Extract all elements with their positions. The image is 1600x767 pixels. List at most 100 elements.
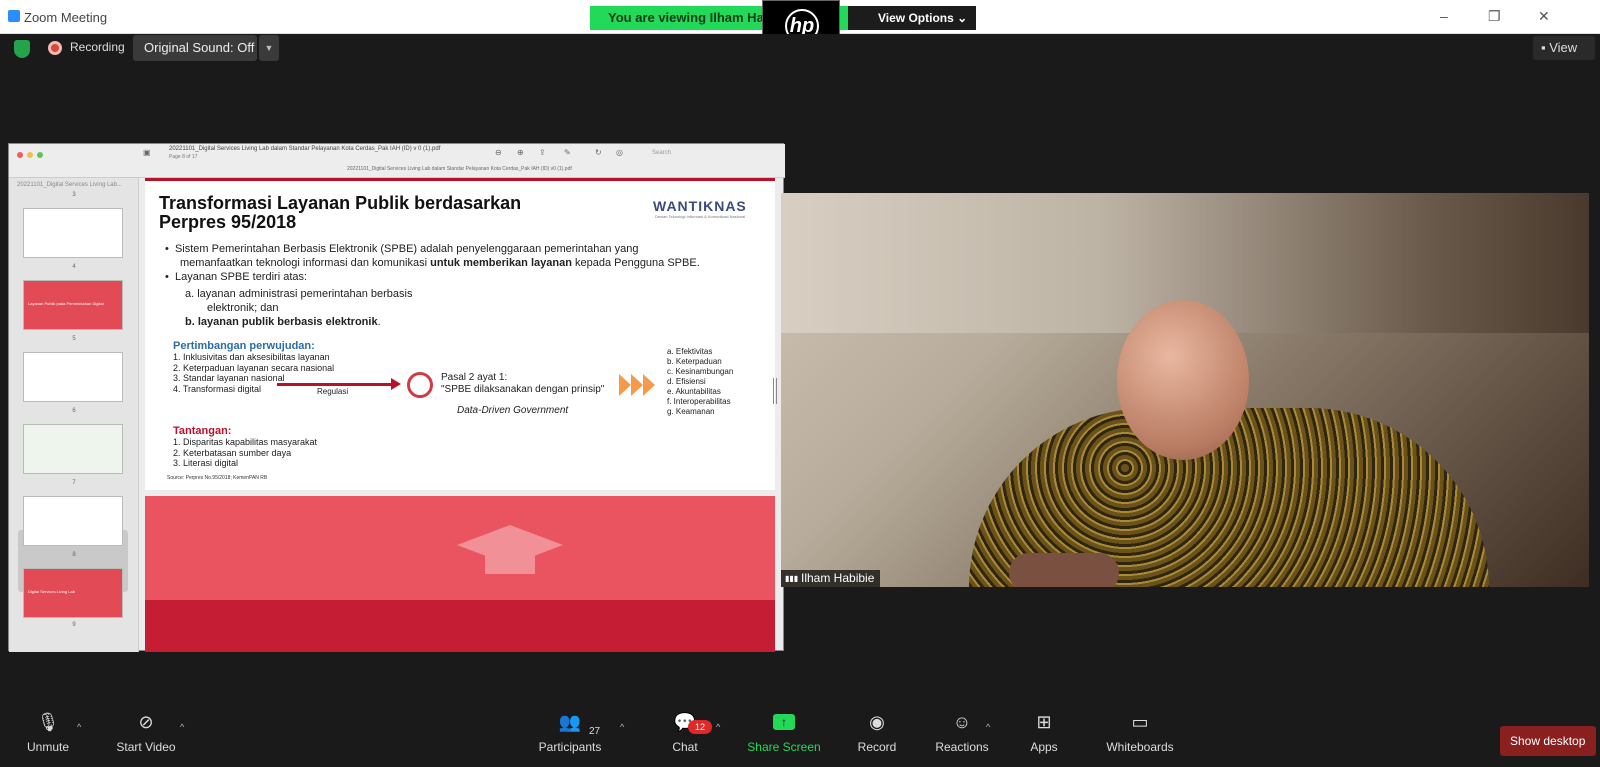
record-button[interactable]: ◉ Record [852, 712, 902, 754]
zoom-logo-icon [8, 10, 20, 22]
video-hand [1009, 553, 1119, 587]
list-item: 3. Literasi digital [173, 458, 239, 468]
minimize-dot-icon[interactable] [27, 152, 33, 158]
page-number: 8 [72, 552, 76, 558]
minimize-icon[interactable]: – [1440, 8, 1448, 24]
unmute-label: Unmute [26, 740, 70, 754]
participant-name: Ilham Habibie [801, 571, 875, 585]
regulasi-label: Regulasi [317, 387, 349, 396]
whiteboards-button[interactable]: ▭ Whiteboards [1096, 712, 1184, 754]
video-off-icon: ⊘ [138, 712, 154, 732]
bullet-text: memanfaatkan teknologi informasi dan kom… [180, 257, 428, 269]
original-sound-button[interactable]: Original Sound: Off [133, 35, 257, 61]
list-item: c. Kesinambungan [667, 367, 734, 376]
thumbnail-selected[interactable] [23, 496, 123, 546]
start-video-button[interactable]: ⊘ Start Video [108, 712, 184, 754]
reactions-icon: ☺ [952, 712, 972, 732]
pdf-search-input[interactable]: Search [646, 148, 756, 160]
thumbnail[interactable]: Digital Services Living Lab [23, 568, 123, 618]
list-item: 2. Keterbatasan sumber daya [173, 447, 292, 458]
seal-icon [407, 372, 433, 398]
list-item: 3. Standar layanan nasional [173, 373, 285, 383]
sub-item: elektronik; dan [207, 302, 279, 314]
pdf-file-title: 20221101_Digital Services Living Lab dal… [169, 146, 441, 152]
record-label: Record [857, 740, 897, 754]
data-driven-label: Data-Driven Government [457, 405, 569, 416]
video-head [1117, 300, 1249, 460]
shield-icon[interactable] [14, 40, 30, 58]
bullet-text: kepada Pengguna SPBE. [574, 257, 700, 269]
chevron-up-icon[interactable]: ^ [180, 722, 184, 732]
list-item: d. Efisiensi [667, 377, 706, 386]
page-number: 9 [72, 622, 76, 628]
chevron-right-icon [643, 374, 655, 396]
slide-title-line: Transformasi Layanan Publik berdasarkan [159, 193, 522, 213]
share-screen-label: Share Screen [747, 740, 821, 754]
rotate-icon[interactable]: ↻ [595, 148, 602, 157]
list-item: 1. Disparitas kapabilitas masyarakat [173, 437, 318, 447]
slide-bullets: • Sistem Pemerintahan Berbasis Elektroni… [165, 243, 700, 328]
pasal-text: Pasal 2 ayat 1: [441, 372, 508, 383]
close-icon[interactable]: ✕ [1538, 8, 1550, 25]
apps-icon: ⊞ [1036, 712, 1052, 732]
chevron-up-icon[interactable]: ^ [716, 722, 720, 732]
pdf-page-info: Page 8 of 17 [169, 154, 198, 160]
list-item: b. Keterpaduan [667, 357, 722, 366]
restore-icon[interactable]: ❐ [1488, 8, 1501, 25]
signal-icon: ▮▮▮ [785, 574, 799, 583]
window-title: Zoom Meeting [24, 10, 108, 25]
thumbnail[interactable]: Layanan Publik pada Pemerintahan Digital [23, 280, 123, 330]
pertimbangan-list: 1. Inklusivitas dan aksesibilitas layana… [173, 352, 334, 394]
unmute-button[interactable]: 🎙 Unmute [20, 712, 76, 754]
whiteboards-label: Whiteboards [1106, 740, 1174, 754]
share-screen-button[interactable]: ↑ Share Screen [744, 712, 824, 754]
microphone-muted-icon: 🎙 [36, 712, 60, 732]
participants-count: 27 [589, 726, 601, 737]
zoom-out-icon[interactable]: ⊖ [495, 148, 502, 157]
view-options-button[interactable]: View Options ⌄ [848, 6, 976, 30]
slide-source: Source: Perpres No.95/2018; KemenPAN RB [167, 475, 268, 481]
whiteboard-icon: ▭ [1131, 712, 1149, 732]
thumbnail[interactable] [23, 352, 123, 402]
list-item: e. Akuntabilitas [667, 387, 721, 396]
chevron-down-icon[interactable]: ▼ [259, 35, 279, 61]
annotate-icon[interactable]: ◎ [616, 148, 623, 157]
share-screen-icon: ↑ [773, 714, 795, 730]
slide-title: Transformasi Layanan Publik berdasarkan … [159, 194, 599, 232]
thumbnail[interactable] [23, 208, 123, 258]
list-item: g. Keamanan [667, 407, 715, 416]
reactions-label: Reactions [935, 740, 989, 754]
wantiknas-logo: WANTIKNAS [653, 198, 747, 214]
split-resize-handle[interactable] [773, 378, 777, 404]
thumbnail[interactable] [23, 424, 123, 474]
start-video-label: Start Video [116, 740, 176, 754]
apps-button[interactable]: ⊞ Apps [1022, 712, 1066, 754]
share-icon[interactable]: ⇪ [539, 148, 546, 157]
sidebar-toggle-icon[interactable]: ▣ [143, 148, 151, 157]
chevron-right-icon [619, 374, 631, 396]
page-number: 3 [72, 192, 76, 198]
chevron-up-icon[interactable]: ^ [77, 722, 81, 732]
markup-icon[interactable]: ✎ [564, 148, 571, 157]
close-dot-icon[interactable] [17, 152, 23, 158]
participant-video[interactable] [781, 193, 1589, 587]
wantiknas-subtitle: Dewan Teknologi Informasi & Komunikasi N… [655, 214, 746, 219]
sidebar-header: 20221101_Digital Services Living Lab... [17, 182, 122, 188]
pdf-file-subtitle: 20221101_Digital Services Living Lab dal… [347, 166, 572, 172]
zoom-in-icon[interactable]: ⊕ [517, 148, 524, 157]
sub-item: a. layanan administrasi pemerintahan ber… [185, 288, 413, 300]
list-item: f. Interoperabilitas [667, 397, 731, 406]
chevron-up-icon[interactable]: ^ [986, 722, 990, 732]
reactions-button[interactable]: ☺ Reactions [930, 712, 994, 754]
shared-screen[interactable]: ▣ 20221101_Digital Services Living Lab d… [8, 143, 785, 652]
slide-title-line: Perpres 95/2018 [159, 212, 297, 232]
view-button[interactable]: ▪ View [1533, 36, 1595, 60]
tantangan-list: 1. Disparitas kapabilitas masyarakat 2. … [173, 437, 317, 469]
chevron-up-icon[interactable]: ^ [620, 722, 624, 732]
thumbnail-label: Digital Services Living Lab [28, 589, 75, 594]
show-desktop-button[interactable]: Show desktop [1500, 726, 1596, 756]
pasal-quote: "SPBE dilaksanakan dengan prinsip" [441, 384, 605, 395]
zoom-dot-icon[interactable] [37, 152, 43, 158]
bullet-text: Layanan SPBE terdiri atas: [174, 271, 308, 283]
chat-label: Chat [672, 740, 698, 754]
